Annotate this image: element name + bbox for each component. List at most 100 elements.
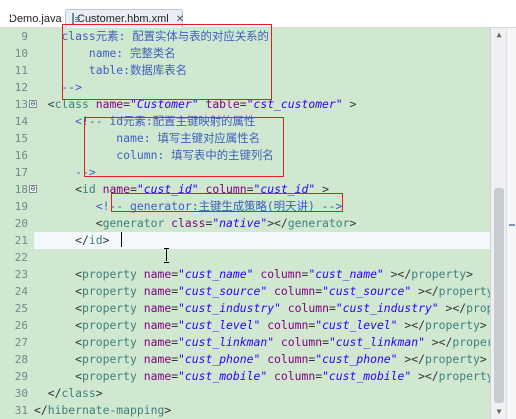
code-token: "cust_source" <box>178 284 268 298</box>
code-token: id <box>82 182 103 196</box>
code-token: hibernate-mapping <box>47 403 165 417</box>
code-token: > <box>479 352 487 366</box>
code-token: "cust_source" <box>322 284 412 298</box>
code-token: property <box>424 318 480 332</box>
code-token: </ <box>34 233 89 247</box>
code-line[interactable]: <property name="cust_linkman" column="cu… <box>34 334 500 351</box>
code-token: ></ <box>397 318 425 332</box>
text-caret <box>121 232 122 247</box>
line-number: 21 <box>14 234 28 247</box>
annotation-box-id-comment <box>84 117 284 177</box>
scroll-up-arrow-icon[interactable]: ▲ <box>494 30 504 40</box>
code-token: > <box>342 97 357 111</box>
code-token: < <box>34 369 83 383</box>
code-token: property <box>82 284 144 298</box>
code-token: ></ <box>383 267 412 281</box>
ibeam-cursor-icon <box>164 248 169 263</box>
code-token: property <box>82 352 144 366</box>
overview-ruler[interactable] <box>506 28 516 419</box>
code-token: = <box>328 301 336 315</box>
code-line[interactable]: </hibernate-mapping> <box>34 402 171 419</box>
line-number: 11 <box>14 64 28 77</box>
code-token: > <box>349 216 357 230</box>
code-token: column <box>274 335 323 349</box>
code-token: < <box>34 284 83 298</box>
code-token: > <box>95 386 103 400</box>
code-token: </ <box>34 403 48 417</box>
code-token: name <box>143 335 172 349</box>
code-token: "native" <box>212 216 268 230</box>
code-token: property <box>82 267 144 281</box>
line-number: 24 <box>14 285 28 298</box>
code-token: name <box>143 267 172 281</box>
code-line[interactable]: <generator class="native"></generator> <box>34 215 357 232</box>
tab-demo-java[interactable]: Demo.java <box>0 9 66 28</box>
xml-source-editor[interactable]: 9 10 11 12 13 ⊖ 14 15 16 17 18 ⊖ 19 20 21 22 23 24 25 26 27 2… <box>0 24 516 419</box>
code-token: "cust_name" <box>308 267 384 281</box>
code-token: "cust_industry" <box>178 301 281 315</box>
line-number: 25 <box>14 302 28 315</box>
code-token: generator <box>102 216 172 230</box>
line-number: 9 <box>21 30 28 43</box>
line-number: 20 <box>14 217 28 230</box>
line-number: 28 <box>14 353 28 366</box>
line-number: 17 <box>14 166 28 179</box>
vertical-scrollbar[interactable]: ▲ ▼ <box>490 28 506 419</box>
code-token: name <box>143 301 172 315</box>
code-token: "cust_level" <box>178 318 261 332</box>
code-token: ></ <box>411 284 439 298</box>
code-token: "cust_mobile" <box>178 369 268 383</box>
code-token: name <box>143 318 172 332</box>
code-token: name <box>143 284 172 298</box>
code-token: generator <box>287 216 350 230</box>
code-line[interactable]: <property name="cust_level" column="cust… <box>34 317 487 334</box>
code-token: property <box>82 301 144 315</box>
code-token: = <box>322 335 329 349</box>
scroll-down-arrow-icon[interactable]: ▼ <box>494 407 504 417</box>
line-number: 14 <box>14 115 28 128</box>
scrollbar-thumb[interactable] <box>494 188 504 403</box>
code-token: ></ <box>424 335 453 349</box>
code-token: "cust_industry" <box>335 301 439 315</box>
line-number: 19 <box>14 200 28 213</box>
code-token: name <box>143 369 172 383</box>
code-line[interactable]: <property name="cust_source" column="cus… <box>34 283 500 300</box>
code-token: column <box>260 318 309 332</box>
line-number: 27 <box>14 336 28 349</box>
code-token: ></ <box>397 352 425 366</box>
code-token: < <box>34 267 83 281</box>
code-token: property <box>424 352 480 366</box>
code-token: column <box>267 284 316 298</box>
line-number: 26 <box>14 319 28 332</box>
code-token: class <box>61 386 96 400</box>
line-number: 22 <box>14 251 28 264</box>
code-token: column <box>267 369 316 383</box>
annotation-box-generator-comment <box>111 193 343 212</box>
code-token: property <box>82 335 144 349</box>
line-number: 13 <box>14 98 28 111</box>
line-number-gutter: 9 10 11 12 13 ⊖ 14 15 16 17 18 ⊖ 19 20 21 22 23 24 25 26 27 2… <box>0 28 37 419</box>
code-token: id <box>88 233 103 247</box>
close-icon[interactable]: ✕ <box>176 14 184 25</box>
code-line[interactable]: <property name="cust_phone" column="cust… <box>34 351 487 368</box>
code-token: "cust_phone" <box>315 352 398 366</box>
code-token: </ <box>34 386 62 400</box>
code-token: property <box>438 284 494 298</box>
code-token: < <box>34 216 103 230</box>
overview-marker <box>509 224 515 226</box>
code-line[interactable]: <property name="cust_mobile" column="cus… <box>34 368 494 385</box>
code-line[interactable]: <property name="cust_industry" column="c… <box>34 300 516 317</box>
code-line[interactable]: </id> <box>34 232 109 249</box>
tab-label: Demo.java <box>9 12 62 25</box>
code-token: "cust_phone" <box>178 352 261 366</box>
code-token: > <box>102 233 110 247</box>
code-line[interactable]: </class> <box>34 385 103 402</box>
code-line[interactable]: <property name="cust_name" column="cust_… <box>34 266 473 283</box>
line-number: 10 <box>14 47 28 60</box>
line-number: 15 <box>14 132 28 145</box>
code-token: property <box>438 369 494 383</box>
code-token: "cust_name" <box>178 267 254 281</box>
code-token: "cust_linkman" <box>178 335 275 349</box>
code-token: "cust_level" <box>315 318 398 332</box>
code-token: < <box>34 352 83 366</box>
